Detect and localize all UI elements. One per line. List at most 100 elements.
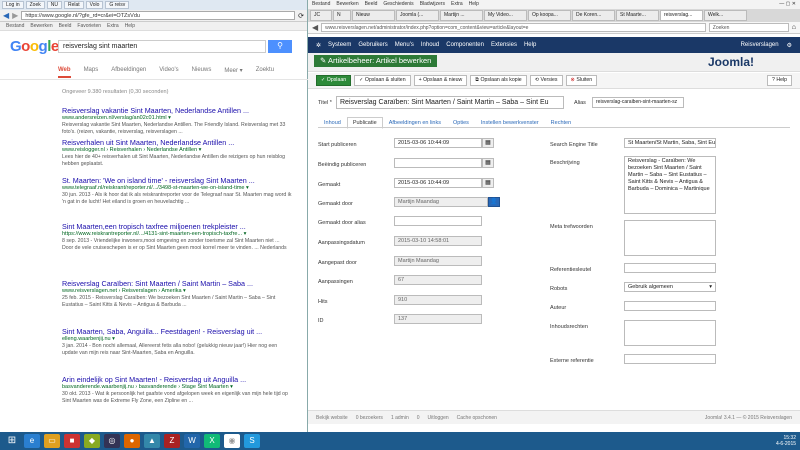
- nav-item[interactable]: Systeem: [328, 42, 351, 48]
- result-title[interactable]: Sint Maarten, Saba, Anguilla... Feestdag…: [62, 327, 292, 336]
- meta-description-textarea[interactable]: Reisverslag - Caraïben: We bezoeken Sint…: [624, 156, 716, 214]
- reference-key-input[interactable]: [624, 263, 716, 273]
- save-copy-button[interactable]: ⧉ Opslaan als kopie: [470, 75, 527, 86]
- robots-select[interactable]: Gebruik algemeen ▾: [624, 282, 716, 292]
- tab[interactable]: Joomla (...: [396, 10, 439, 21]
- google-logo[interactable]: Google: [10, 38, 59, 55]
- result-title[interactable]: St. Maarten: 'We on island time' - reisv…: [62, 176, 292, 185]
- left-tab[interactable]: Volo: [85, 1, 104, 9]
- created-input[interactable]: 2015-03-06 10:44:09: [394, 178, 482, 188]
- nav-more[interactable]: Meer ▾: [224, 67, 242, 78]
- user-icon[interactable]: ⚙: [787, 42, 792, 49]
- content-rights-textarea[interactable]: [624, 320, 716, 346]
- nav-item[interactable]: Gebruikers: [358, 42, 387, 48]
- publish-down-input[interactable]: [394, 158, 482, 168]
- result-title[interactable]: Reisverhalen uit Sint Maarten, Nederland…: [62, 138, 292, 147]
- menu-item[interactable]: Bestand: [6, 22, 24, 30]
- tab[interactable]: Martijn ...: [440, 10, 483, 21]
- nav-item[interactable]: Help: [524, 42, 536, 48]
- menu-item[interactable]: Help: [469, 0, 479, 9]
- tab-active[interactable]: reisverslag...: [660, 10, 703, 21]
- left-tab[interactable]: NU: [46, 1, 62, 9]
- close-button[interactable]: ⊗ Sluiten: [565, 75, 598, 86]
- left-tab[interactable]: G reisv: [105, 1, 130, 9]
- menu-item[interactable]: Bladwijzers: [420, 0, 445, 9]
- nav-images[interactable]: Afbeeldingen: [111, 67, 146, 78]
- folder-icon[interactable]: ▭: [44, 434, 60, 448]
- clear-cache-link[interactable]: Cache opschonen: [457, 415, 497, 421]
- save-close-button[interactable]: ✓ Opslaan & sluiten: [354, 75, 411, 86]
- menu-item[interactable]: Favorieten: [77, 22, 101, 30]
- browser-search-input[interactable]: Zoeken: [708, 23, 789, 32]
- result-title[interactable]: Reisverslag vakantie Sint Maarten, Neder…: [62, 106, 292, 115]
- forward-icon[interactable]: ▶: [12, 11, 18, 20]
- left-tab[interactable]: Relat: [63, 1, 84, 9]
- menu-item[interactable]: Help: [125, 22, 135, 30]
- app-icon[interactable]: ■: [64, 434, 80, 448]
- nav-web[interactable]: Web: [58, 67, 71, 78]
- back-icon[interactable]: ◀: [312, 23, 318, 32]
- nav-item[interactable]: Inhoud: [421, 42, 439, 48]
- google-search-button[interactable]: ⚲: [268, 40, 292, 53]
- joomla-small-icon[interactable]: ✲: [316, 42, 321, 49]
- calendar-icon[interactable]: ▦: [482, 178, 494, 188]
- menu-item[interactable]: Extra: [451, 0, 463, 9]
- nav-item[interactable]: Menu's: [395, 42, 414, 48]
- left-tab[interactable]: Log in: [2, 1, 24, 9]
- created-by-input[interactable]: Martijn Maandag: [394, 197, 488, 207]
- app-icon[interactable]: ◆: [84, 434, 100, 448]
- seo-title-input[interactable]: St Maarten/St Martin, Saba, Sint Eu: [624, 138, 716, 148]
- nav-maps[interactable]: Maps: [84, 67, 99, 78]
- right-url-field[interactable]: www.reisverslagen.net/administrator/inde…: [321, 23, 706, 32]
- result-title[interactable]: Reisverslag Caraïben: Sint Maarten / Sai…: [62, 279, 292, 288]
- tab[interactable]: De Koren...: [572, 10, 615, 21]
- start-icon[interactable]: ⊞: [4, 434, 20, 448]
- tab[interactable]: Op koopa...: [528, 10, 571, 21]
- tab[interactable]: JC: [310, 10, 332, 21]
- menu-item[interactable]: Geschiedenis: [383, 0, 413, 9]
- nav-search-tools[interactable]: Zoektu: [256, 67, 274, 78]
- logout-link[interactable]: Uitloggen: [428, 415, 449, 421]
- calendar-icon[interactable]: ▦: [482, 138, 494, 148]
- help-button[interactable]: ? Help: [767, 75, 792, 86]
- firefox-icon[interactable]: ●: [124, 434, 140, 448]
- result-title[interactable]: Arin eindelijk op Sint Maarten! - Reisve…: [62, 375, 292, 384]
- nav-item[interactable]: Extensies: [491, 42, 517, 48]
- chrome-icon[interactable]: ◉: [224, 434, 240, 448]
- tab[interactable]: Welk...: [704, 10, 747, 21]
- site-link[interactable]: Reisverslagen: [741, 42, 779, 49]
- versions-button[interactable]: ⟲ Versies: [529, 75, 563, 86]
- app-icon[interactable]: ▲: [144, 434, 160, 448]
- save-button[interactable]: ✓ Opslaan: [316, 75, 352, 86]
- left-url-field[interactable]: https://www.google.nl/?gfe_rd=cr&ei=OTZs…: [21, 11, 296, 20]
- app-icon[interactable]: ◎: [104, 434, 120, 448]
- google-search-input[interactable]: reisverslag sint maarten: [58, 40, 266, 53]
- word-icon[interactable]: W: [184, 434, 200, 448]
- user-select-icon[interactable]: 👤: [488, 197, 500, 207]
- tab[interactable]: Nieuw: [352, 10, 395, 21]
- clock[interactable]: 15:32 4-6-2015: [776, 435, 796, 447]
- left-tab[interactable]: Zoek: [25, 1, 45, 9]
- author-input[interactable]: [624, 301, 716, 311]
- messages-badge[interactable]: 0: [417, 415, 420, 421]
- alias-input[interactable]: reisverslag-caraiben-sint-maarten-sz: [592, 97, 684, 108]
- menu-item[interactable]: Beeld: [365, 0, 378, 9]
- excel-icon[interactable]: X: [204, 434, 220, 448]
- publish-up-input[interactable]: 2015-03-06 10:44:09: [394, 138, 482, 148]
- ie-icon[interactable]: e: [24, 434, 40, 448]
- filezilla-icon[interactable]: Z: [164, 434, 180, 448]
- nav-item[interactable]: Componenten: [446, 42, 484, 48]
- external-reference-input[interactable]: [624, 354, 716, 364]
- nav-news[interactable]: Nieuws: [192, 67, 212, 78]
- title-input[interactable]: Reisverslag Caraïben: Sint Maarten / Sai…: [336, 96, 564, 109]
- back-icon[interactable]: ◀: [3, 11, 9, 20]
- menu-item[interactable]: Bewerken: [336, 0, 358, 9]
- created-by-alias-input[interactable]: [394, 216, 482, 226]
- nav-videos[interactable]: Video's: [159, 67, 178, 78]
- result-title[interactable]: Sint Maarten,een tropisch taxfree miljoe…: [62, 222, 292, 231]
- menu-item[interactable]: Bewerken: [30, 22, 52, 30]
- menu-item[interactable]: Extra: [107, 22, 119, 30]
- refresh-icon[interactable]: ⟳: [298, 12, 304, 20]
- meta-keywords-textarea[interactable]: [624, 220, 716, 256]
- tab[interactable]: St Maarte...: [616, 10, 659, 21]
